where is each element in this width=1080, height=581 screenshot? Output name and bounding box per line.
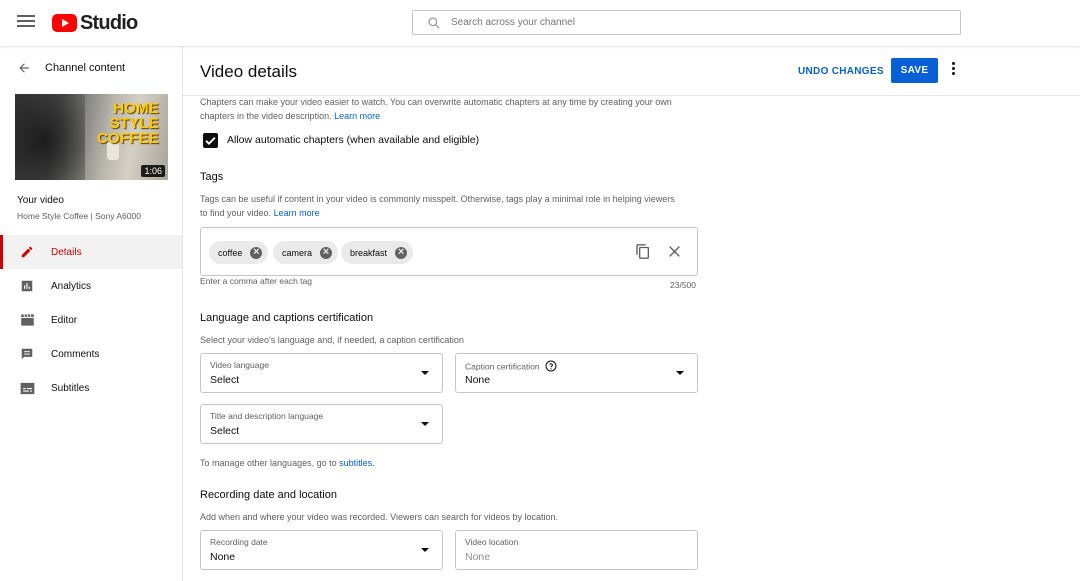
top-bar: Studio: [0, 0, 1080, 46]
thumbnail-title: HOME STYLE COFFEE: [63, 101, 159, 146]
sidebar-item-analytics[interactable]: Analytics: [0, 269, 182, 303]
back-to-channel-content[interactable]: Channel content: [17, 61, 125, 75]
manage-languages-text: To manage other languages, go to subtitl…: [200, 456, 375, 470]
sidebar-item-label: Editor: [51, 314, 78, 326]
dropdown-arrow-icon: [421, 371, 429, 375]
studio-logo[interactable]: Studio: [52, 11, 138, 34]
search-box[interactable]: [412, 10, 961, 35]
subtitles-icon: [19, 380, 35, 396]
clapperboard-icon: [19, 312, 35, 328]
dropdown-arrow-icon: [676, 371, 684, 375]
your-video-label: Your video: [17, 195, 64, 206]
title-description-language-value: Select: [210, 425, 240, 437]
title-description-language-label: Title and description language: [210, 411, 324, 421]
dropdown-arrow-icon: [421, 422, 429, 426]
video-duration-badge: 1:06: [141, 165, 165, 177]
help-icon[interactable]: [545, 360, 557, 374]
tags-helper-text: Enter a comma after each tag: [200, 276, 312, 286]
chapters-desc-line1: Chapters can make your video easier to w…: [200, 97, 672, 107]
sidebar-item-label: Details: [51, 246, 82, 258]
chapters-learn-more-link[interactable]: Learn more: [334, 111, 380, 121]
logo-text: Studio: [80, 11, 138, 34]
video-language-label: Video language: [210, 360, 269, 370]
recording-date-select[interactable]: Recording date None: [200, 530, 443, 570]
details-header: Video details UNDO CHANGES SAVE: [183, 46, 1080, 96]
sidebar-item-label: Comments: [51, 348, 100, 360]
tags-desc-line1: Tags can be useful if content in your vi…: [200, 194, 675, 204]
bar-chart-icon: [19, 278, 35, 294]
caption-certification-label: Caption certification: [465, 361, 540, 372]
chapters-desc-line2-row: chapters in the video description. Learn…: [200, 109, 720, 123]
back-arrow-icon[interactable]: [17, 61, 31, 75]
tag-chip-label: breakfast: [350, 247, 388, 258]
video-thumbnail[interactable]: HOME STYLE COFFEE 1:06: [15, 94, 168, 180]
recording-date-label: Recording date: [210, 537, 268, 547]
undo-changes-button[interactable]: UNDO CHANGES: [798, 59, 884, 83]
sidebar-item-comments[interactable]: Comments: [0, 337, 182, 371]
tags-desc-line2-row: to find your video. Learn more: [200, 206, 720, 220]
sidebar-item-details[interactable]: Details: [0, 235, 182, 269]
sidebar-item-label: Analytics: [51, 280, 92, 292]
search-icon[interactable]: [419, 10, 449, 35]
recording-section-title: Recording date and location: [200, 489, 337, 501]
caption-certification-value: None: [465, 374, 491, 386]
pencil-icon: [19, 244, 35, 260]
manage-languages-prefix: To manage other languages, go to: [200, 458, 337, 468]
chapters-description: Chapters can make your video easier to w…: [200, 95, 720, 123]
more-options-icon[interactable]: [948, 62, 958, 80]
sidebar-item-editor[interactable]: Editor: [0, 303, 182, 337]
thumbnail-title-line2: COFFEE: [96, 130, 159, 147]
tag-chip-label: camera: [282, 247, 313, 258]
caption-certification-select[interactable]: Caption certification None: [455, 353, 698, 393]
remove-tag-icon[interactable]: [320, 246, 333, 259]
caption-certification-label-row: Caption certification: [465, 360, 557, 374]
back-label: Channel content: [45, 62, 126, 74]
tags-learn-more-link[interactable]: Learn more: [274, 208, 320, 218]
language-description: Select your video's language and, if nee…: [200, 335, 464, 345]
sidebar-item-label: Subtitles: [51, 382, 90, 394]
tags-section-title: Tags: [200, 171, 224, 183]
save-button[interactable]: SAVE: [891, 58, 938, 83]
dropdown-arrow-icon: [421, 548, 429, 552]
tag-chip: breakfast: [341, 241, 414, 264]
allow-automatic-chapters-checkbox[interactable]: [203, 133, 218, 148]
tag-chip: camera: [273, 241, 339, 264]
sidebar: Channel content HOME STYLE COFFEE 1:06 Y…: [0, 46, 183, 581]
subtitles-link[interactable]: subtitles.: [339, 458, 375, 468]
sidebar-item-subtitles[interactable]: Subtitles: [0, 371, 182, 405]
tags-desc-line2: to find your video.: [200, 208, 272, 218]
video-language-select[interactable]: Video language Select: [200, 353, 443, 393]
video-title-subtitle: Home Style Coffee | Sony A6000: [17, 211, 141, 221]
recording-date-value: None: [210, 551, 236, 563]
tags-character-counter: 23/500: [670, 280, 696, 290]
video-location-placeholder: None: [465, 551, 491, 563]
youtube-play-icon: [52, 14, 77, 32]
comment-icon: [19, 346, 35, 362]
hamburger-menu-icon[interactable]: [16, 12, 36, 32]
recording-description: Add when and where your video was record…: [200, 512, 559, 522]
video-location-label: Video location: [465, 537, 519, 547]
tags-input[interactable]: coffee camera breakfast: [200, 227, 698, 276]
clear-tags-icon[interactable]: [668, 245, 681, 263]
language-section-title: Language and captions certification: [200, 312, 374, 324]
video-location-input[interactable]: Video location None: [455, 530, 698, 570]
thumbnail-title-line1: HOME STYLE: [109, 100, 159, 132]
search-input[interactable]: [451, 17, 931, 28]
checkmark-icon: [205, 137, 216, 145]
page-title: Video details: [200, 62, 298, 81]
title-description-language-select[interactable]: Title and description language Select: [200, 404, 443, 444]
remove-tag-icon[interactable]: [395, 246, 408, 259]
video-language-value: Select: [210, 374, 240, 386]
tag-chip-label: coffee: [218, 247, 243, 258]
remove-tag-icon[interactable]: [250, 246, 263, 259]
tag-chip: coffee: [209, 241, 269, 264]
tags-description: Tags can be useful if content in your vi…: [200, 192, 720, 220]
allow-automatic-chapters-label[interactable]: Allow automatic chapters (when available…: [227, 134, 479, 146]
chapters-desc-line2: chapters in the video description.: [200, 111, 332, 121]
copy-icon[interactable]: [635, 243, 651, 265]
